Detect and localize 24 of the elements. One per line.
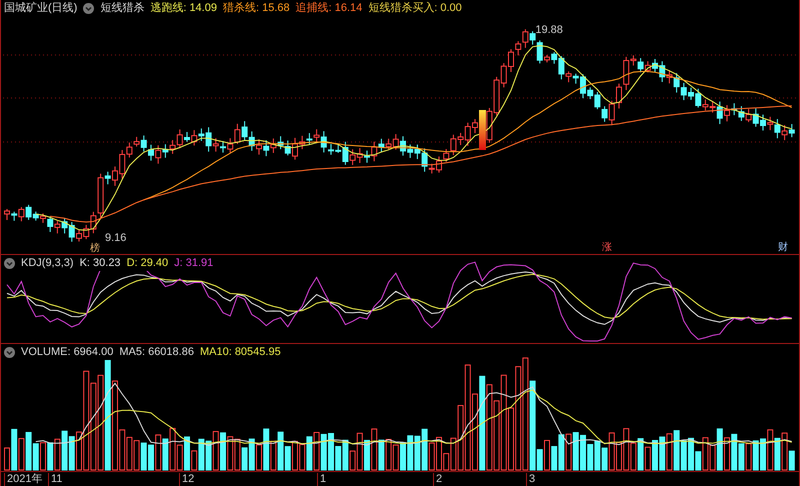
indicator-name: 短线猎杀 [100, 2, 144, 15]
legend-value: VOLUME: 6964.00 [21, 346, 114, 359]
signal-mark: 榜 [90, 243, 100, 254]
legend-value: 追捕线: 16.14 [296, 2, 362, 15]
signal-mark: 涨 [602, 242, 612, 253]
axis-label: 12 [179, 473, 194, 486]
indicator-name: KDJ(9,3,3) [21, 257, 74, 270]
low-price-label: 9.16 [105, 232, 126, 244]
axis-label: 2021年 [4, 473, 42, 486]
legend-value: K: 30.23 [80, 257, 121, 270]
axis-label: 1 [317, 473, 326, 486]
legend-value: MA5: 66018.86 [119, 346, 194, 359]
legend-value: 短线猎杀买入: 0.00 [368, 2, 462, 15]
legend-value: MA10: 80545.95 [200, 346, 281, 359]
axis-label: 2 [433, 473, 442, 486]
axis-label: 11 [48, 473, 62, 486]
legend-value: J: 31.91 [174, 257, 214, 270]
high-price-label: 19.88 [535, 24, 563, 36]
legend-value: D: 29.40 [126, 257, 168, 270]
axis-label: 3 [526, 473, 536, 486]
signal-mark: 财 [778, 242, 788, 253]
legend-value: 猎杀线: 15.68 [222, 2, 290, 15]
legend-value: 逃跑线: 14.09 [150, 2, 217, 15]
chart-title: 国城矿业(日线) [4, 2, 78, 15]
